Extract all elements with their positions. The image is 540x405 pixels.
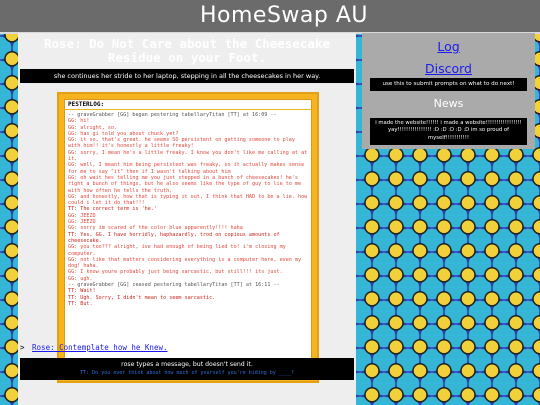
top-banner: HomeSwap AU xyxy=(0,0,540,34)
pesterlog-line: -- graveGrabber [GG] began pestering tab… xyxy=(68,112,277,118)
pesterlog-line: GG: it so, that's great. he seems SO per… xyxy=(68,137,299,150)
bottom-note-text: rose types a message, but doesn't send i… xyxy=(121,361,253,368)
next-arrow-icon: > xyxy=(20,343,25,352)
log-link[interactable]: Log xyxy=(362,39,535,54)
discord-blurb: use this to submit prompts on what to do… xyxy=(370,78,527,91)
pesterlog-label: PESTERLOG: xyxy=(65,100,311,110)
pesterlog-frame: PESTERLOG: -- graveGrabber [GG] began pe… xyxy=(57,92,319,383)
sidebar: Log Discord use this to submit prompts o… xyxy=(362,33,535,149)
site-title: HomeSwap AU xyxy=(200,3,369,28)
pesterlog-line: GG: sorry, I mean he's a little freaky. … xyxy=(68,149,311,163)
bottom-note: rose types a message, but doesn't send i… xyxy=(20,358,354,380)
pesterlog-line: GG: well, I meant him being persistent w… xyxy=(68,162,308,175)
news-text: i made the website!!!!!! i made a websit… xyxy=(370,118,527,145)
news-heading: News xyxy=(433,97,464,110)
page-title: Rose: Do Not Care about the Cheesecake R… xyxy=(44,36,330,65)
pesterlog-line: GG: not like that matters considering ev… xyxy=(68,256,305,270)
next-page-link[interactable]: Rose: Contemplate how he Knew. xyxy=(32,343,167,352)
pesterlog-line: GG: you too??? alright, ive had enough o… xyxy=(68,244,289,257)
pesterlog-lines: -- graveGrabber [GG] began pestering tab… xyxy=(65,112,311,307)
pesterlog-line: TT: Yes, GG. I have horridly, haphazardl… xyxy=(68,231,283,244)
discord-link[interactable]: Discord xyxy=(362,61,535,76)
pesterlog-line: GG: and honestly, how that is typing it … xyxy=(68,193,311,207)
pesterlog-line: TT: But. xyxy=(68,300,93,307)
pesterlog-line: GG: I know youre probably just being sar… xyxy=(68,269,283,276)
unsent-message-text: TT: Do you ever think about how much of … xyxy=(80,370,294,376)
pesterlog-box: PESTERLOG: -- graveGrabber [GG] began pe… xyxy=(64,99,312,376)
narration-text: she continues her stride to her laptop, … xyxy=(20,69,354,83)
next-page-row: > Rose: Contemplate how he Knew. xyxy=(20,343,168,352)
pesterlog-line: GG: oh wait hes telling me you just step… xyxy=(68,174,305,194)
pesterlog-line: -- graveGrabber [GG] ceased pestering ta… xyxy=(68,282,280,289)
